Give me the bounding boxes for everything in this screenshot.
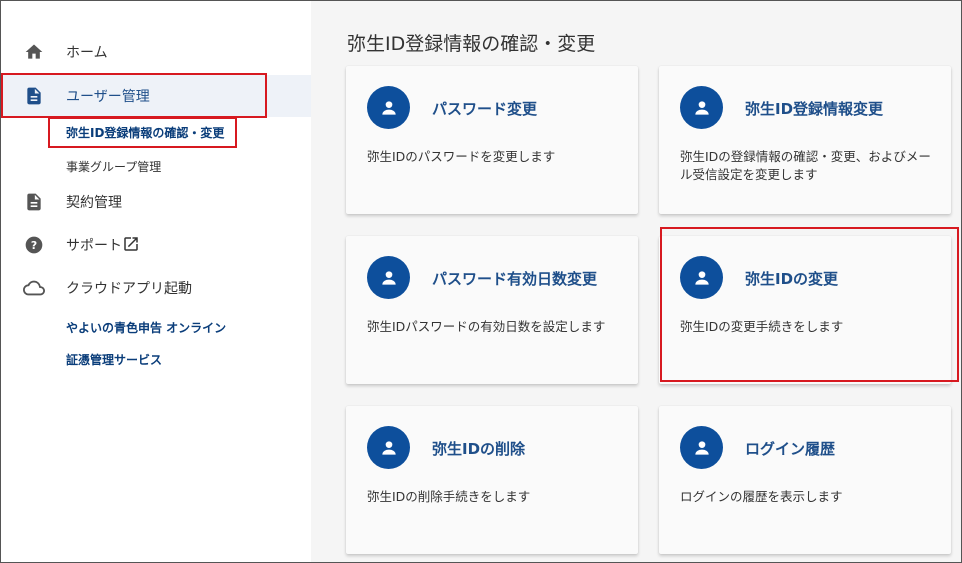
card-title: ログイン履歴 <box>745 440 836 458</box>
document-icon <box>23 85 45 107</box>
sidebar-item-label: ホーム <box>66 45 108 61</box>
external-link-icon <box>122 235 140 257</box>
person-icon <box>367 256 410 299</box>
card-description: 弥生IDの登録情報の確認・変更、およびメール受信設定を変更します <box>680 149 931 182</box>
card-title: 弥生IDの削除 <box>432 440 526 458</box>
svg-text:?: ? <box>31 239 37 252</box>
card-title: 弥生ID登録情報変更 <box>745 100 884 118</box>
person-icon <box>680 86 723 129</box>
card-description: 弥生IDのパスワードを変更します <box>367 149 556 164</box>
sidebar-item-user-management[interactable]: ユーザー管理 <box>1 75 311 117</box>
sidebar-item-label: 契約管理 <box>66 195 122 211</box>
home-icon <box>23 41 45 63</box>
cloud-icon <box>23 277 45 299</box>
sidebar-item-label: クラウドアプリ起動 <box>66 281 192 297</box>
card-title: パスワード有効日数変更 <box>432 270 598 288</box>
card-password-expiry[interactable]: パスワード有効日数変更 弥生IDパスワードの有効日数を設定します <box>346 236 638 384</box>
sidebar-item-label: ユーザー管理 <box>66 89 150 105</box>
person-icon <box>680 256 723 299</box>
card-description: ログインの履歴を表示します <box>680 489 843 504</box>
sidebar: ホーム ユーザー管理 弥生ID登録情報の確認・変更 事業グループ管理 契約管理 … <box>1 1 311 562</box>
card-id-info-change[interactable]: 弥生ID登録情報変更 弥生IDの登録情報の確認・変更、およびメール受信設定を変更… <box>659 66 951 214</box>
card-description: 弥生IDの変更手続きをします <box>680 319 844 334</box>
sidebar-link-aoiro-online[interactable]: やよいの青色申告 オンライン <box>66 319 226 336</box>
sidebar-link-shohyo[interactable]: 証憑管理サービス <box>66 351 162 368</box>
sidebar-item-label: サポート <box>66 238 122 254</box>
sidebar-subitem-id-info[interactable]: 弥生ID登録情報の確認・変更 <box>66 124 224 141</box>
person-icon <box>367 426 410 469</box>
card-id-change[interactable]: 弥生IDの変更 弥生IDの変更手続きをします <box>659 236 951 384</box>
sidebar-item-cloud-apps[interactable]: クラウドアプリ起動 <box>1 268 311 308</box>
card-id-delete[interactable]: 弥生IDの削除 弥生IDの削除手続きをします <box>346 406 638 554</box>
sidebar-subitem-business-group[interactable]: 事業グループ管理 <box>66 158 161 175</box>
card-password-change[interactable]: パスワード変更 弥生IDのパスワードを変更します <box>346 66 638 214</box>
sidebar-item-support[interactable]: ? サポート <box>1 225 311 265</box>
card-description: 弥生IDの削除手続きをします <box>367 489 531 504</box>
sidebar-item-contract[interactable]: 契約管理 <box>1 182 311 222</box>
main-content: 弥生ID登録情報の確認・変更 パスワード変更 弥生IDのパスワードを変更します … <box>311 1 961 562</box>
sidebar-item-home[interactable]: ホーム <box>1 32 311 72</box>
page-title: 弥生ID登録情報の確認・変更 <box>347 33 596 55</box>
card-title: 弥生IDの変更 <box>745 270 839 288</box>
person-icon <box>367 86 410 129</box>
card-title: パスワード変更 <box>432 100 538 118</box>
help-icon: ? <box>23 234 45 256</box>
card-description: 弥生IDパスワードの有効日数を設定します <box>367 319 606 334</box>
person-icon <box>680 426 723 469</box>
card-login-history[interactable]: ログイン履歴 ログインの履歴を表示します <box>659 406 951 554</box>
document-icon <box>23 191 45 213</box>
